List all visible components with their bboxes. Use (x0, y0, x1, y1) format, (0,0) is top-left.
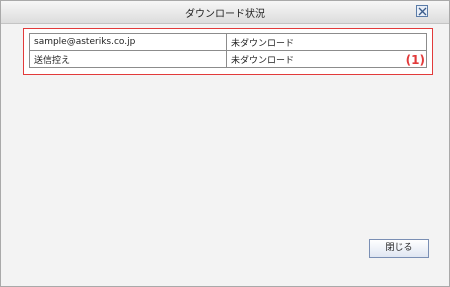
dialog-title: ダウンロード状況 (185, 9, 265, 20)
annotation-label: (1) (405, 53, 425, 67)
table-row[interactable]: sample@asteriks.co.jp 未ダウンロード (29, 33, 427, 51)
highlight-box: sample@asteriks.co.jp 未ダウンロード 送信控え 未ダウンロ… (23, 28, 433, 75)
download-status: 未ダウンロード (226, 33, 427, 51)
table-row[interactable]: 送信控え 未ダウンロード (29, 50, 427, 68)
mailbox-name: 送信控え (29, 50, 227, 68)
download-status-dialog: ダウンロード状況 sample@asteriks.co.jp 未ダウンロード 送… (0, 0, 450, 287)
download-status-table: sample@asteriks.co.jp 未ダウンロード 送信控え 未ダウンロ… (29, 33, 427, 68)
title-bar: ダウンロード状況 (1, 1, 449, 24)
download-status: 未ダウンロード (226, 50, 427, 68)
mailbox-name: sample@asteriks.co.jp (29, 33, 227, 51)
close-icon[interactable] (416, 5, 428, 17)
close-button[interactable]: 閉じる (369, 239, 429, 258)
